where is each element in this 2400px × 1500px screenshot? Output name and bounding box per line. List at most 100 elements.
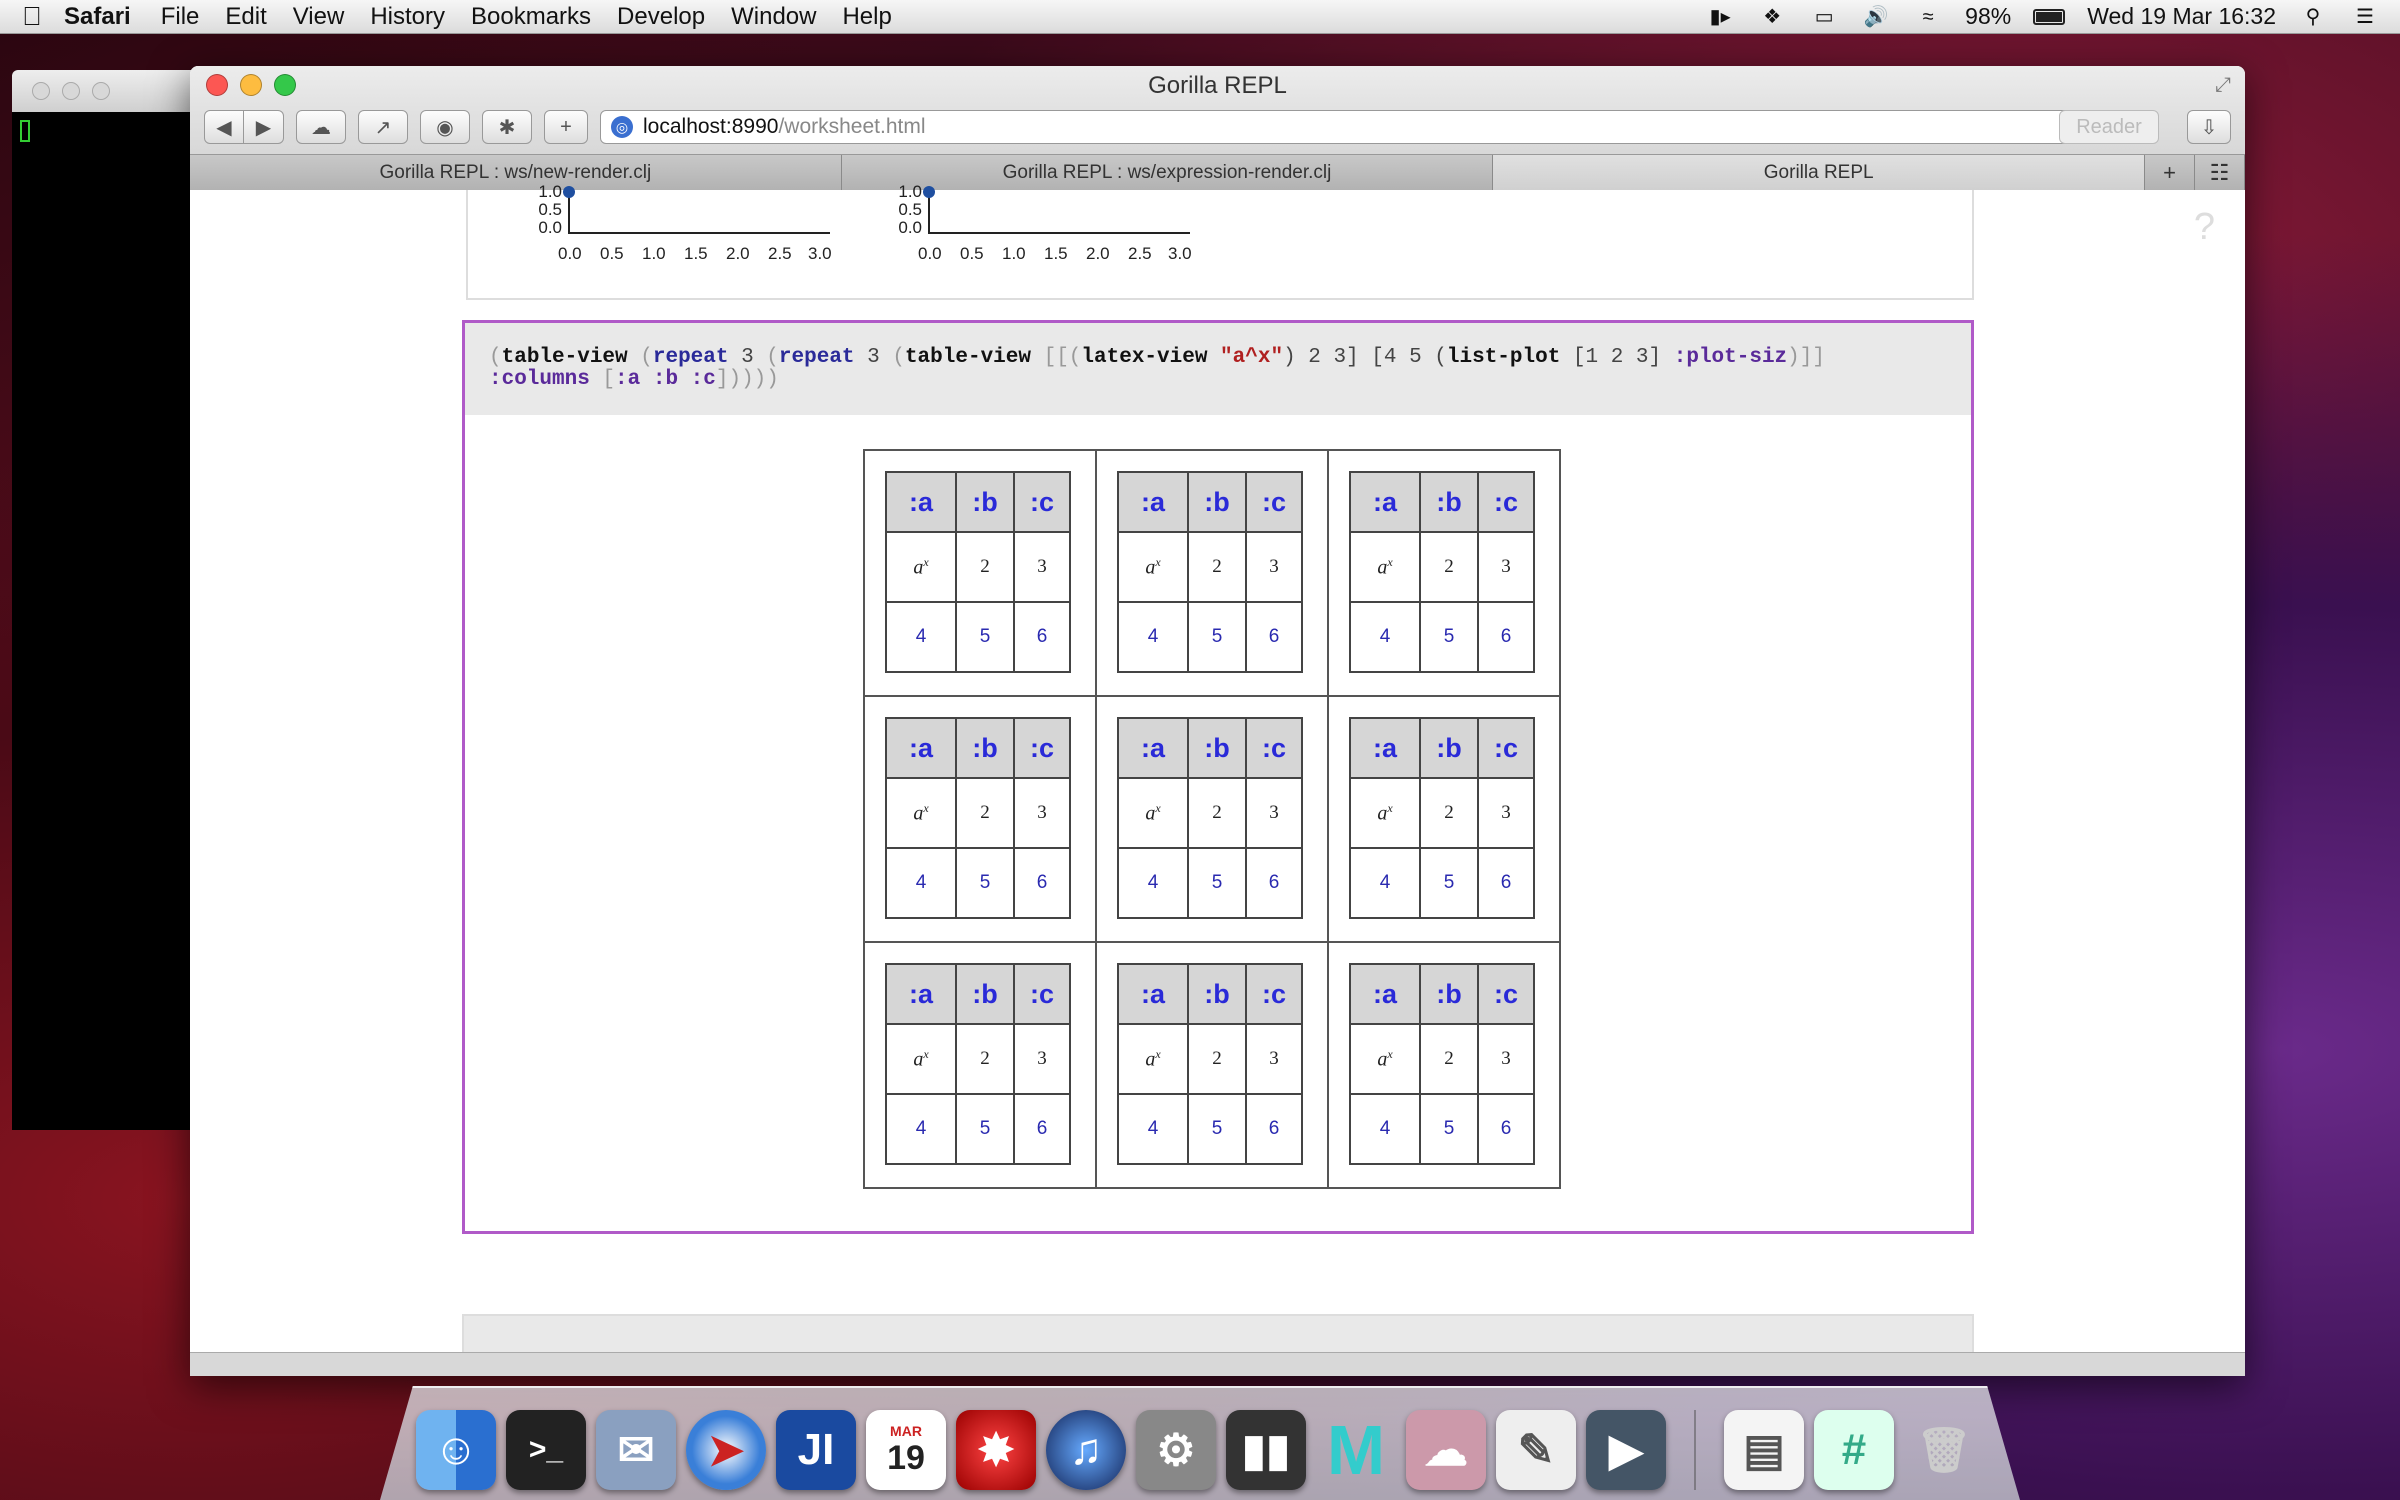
address-bar[interactable]: ◎ localhost:8990 /worksheet.html ↻ xyxy=(600,110,2121,144)
table-cell: 5 xyxy=(1419,847,1479,919)
camera-icon[interactable]: ▮▸ xyxy=(1705,6,1735,28)
wifi-icon[interactable]: ≈ xyxy=(1913,6,1943,28)
column-header: :a xyxy=(1117,717,1189,779)
outer-cell: :a:b:c ax 2 3 4 5 6 xyxy=(1095,941,1329,1189)
window-title: Gorilla REPL xyxy=(1148,72,1287,99)
table-cell: 6 xyxy=(1013,1093,1071,1165)
menu-develop[interactable]: Develop xyxy=(617,3,705,31)
code-editor[interactable]: (table-view (repeat 3 (repeat 3 (table-v… xyxy=(465,323,1971,415)
dropbox-icon[interactable]: ❖ xyxy=(1757,6,1787,28)
photos-icon[interactable]: ☁ xyxy=(1406,1410,1486,1490)
menu-app-name[interactable]: Safari xyxy=(64,3,131,31)
table-row: 456 xyxy=(1349,601,1535,673)
browser-toolbar: ◀ ▶ ☁ ↗ ◉ ✱ + ◎ localhost:8990 /workshee… xyxy=(204,106,2231,148)
menu-edit[interactable]: Edit xyxy=(225,3,266,31)
finder-icon[interactable]: ☺ xyxy=(416,1410,496,1490)
table-cell: 2 xyxy=(955,531,1015,603)
mathematica-icon[interactable]: M xyxy=(1316,1410,1396,1490)
help-icon[interactable]: ? xyxy=(2194,206,2215,249)
menu-bar:  Safari File Edit View History Bookmark… xyxy=(0,0,2400,34)
calendar-icon[interactable]: MAR 19 xyxy=(866,1410,946,1490)
table-cell: 3 xyxy=(1013,777,1071,849)
table-row: ax 2 3 xyxy=(1349,531,1535,603)
outer-cell: :a:b:c ax 2 3 4 5 6 xyxy=(1327,941,1561,1189)
safari-icon[interactable]: ➤ xyxy=(686,1410,766,1490)
battery-icon[interactable] xyxy=(2033,8,2066,25)
spotlight-icon[interactable]: ⚲ xyxy=(2298,6,2328,28)
redshift-icon[interactable]: ✸ xyxy=(956,1410,1036,1490)
menu-help[interactable]: Help xyxy=(842,3,891,31)
x-tick: 2.0 xyxy=(726,244,750,263)
terminal-window-background[interactable] xyxy=(12,70,202,1130)
numbers-icon[interactable]: # xyxy=(1814,1410,1894,1490)
table-cell: 3 xyxy=(1477,1023,1535,1095)
menu-file[interactable]: File xyxy=(161,3,200,31)
documents-icon[interactable]: ▤ xyxy=(1724,1410,1804,1490)
table-cell: 5 xyxy=(955,1093,1015,1165)
battery-percent[interactable]: 98% xyxy=(1965,3,2011,30)
new-tab-button[interactable]: + xyxy=(2145,155,2196,190)
add-bookmark-button[interactable]: + xyxy=(544,110,588,144)
tab-overview-icon[interactable]: ☷ xyxy=(2195,155,2245,190)
safari-window: Gorilla REPL ⤢ ◀ ▶ ☁ ↗ ◉ ✱ + ◎ localhost… xyxy=(190,66,2245,1376)
table-cell: 3 xyxy=(1245,1023,1303,1095)
column-header: :b xyxy=(955,963,1015,1025)
back-button[interactable]: ◀ xyxy=(204,110,244,144)
tab-gorilla-repl[interactable]: Gorilla REPL xyxy=(1493,155,2146,190)
table-row: ax 2 3 xyxy=(885,531,1071,603)
column-header: :b xyxy=(1187,963,1247,1025)
column-header: :b xyxy=(1187,717,1247,779)
icloud-tabs-button[interactable]: ☁ xyxy=(296,110,346,144)
mail-icon[interactable]: ✉ xyxy=(596,1410,676,1490)
intellij-icon[interactable]: JI xyxy=(776,1410,856,1490)
apple-menu-icon[interactable]:  xyxy=(0,1,64,32)
fullscreen-icon[interactable]: ⤢ xyxy=(2215,74,2231,97)
trash-icon[interactable]: 🗑 xyxy=(1904,1410,1984,1490)
outer-row: :a:b:c ax 2 3 4 5 6:a:b:c ax 2 3 4 5 6:a:b:c ax 2 3 4 5 6 xyxy=(863,941,1561,1189)
airplay-icon[interactable]: ▭ xyxy=(1809,6,1839,28)
table-cell: 3 xyxy=(1245,531,1303,603)
itunes-icon[interactable]: ♫ xyxy=(1046,1410,1126,1490)
outer-row: :a:b:c ax 2 3 4 5 6:a:b:c ax 2 3 4 5 6:a:b:c ax 2 3 4 5 6 xyxy=(863,449,1561,697)
menu-view[interactable]: View xyxy=(293,3,345,31)
menu-window[interactable]: Window xyxy=(731,3,816,31)
menu-history[interactable]: History xyxy=(370,3,445,31)
table-row: ax 2 3 xyxy=(885,777,1071,849)
column-header: :b xyxy=(955,717,1015,779)
notification-center-icon[interactable]: ☰ xyxy=(2350,6,2380,28)
downloads-button[interactable]: ⇩ xyxy=(2187,110,2231,144)
gear-icon: ✱ xyxy=(498,116,516,139)
clock[interactable]: Wed 19 Mar 16:32 xyxy=(2087,3,2276,30)
quicktime-icon[interactable]: ▶ xyxy=(1586,1410,1666,1490)
textedit-icon[interactable]: ✎ xyxy=(1496,1410,1576,1490)
menu-bookmarks[interactable]: Bookmarks xyxy=(471,3,591,31)
extension-button[interactable]: ◉ xyxy=(420,110,470,144)
inner-table-view: :a:b:c ax 2 3 4 5 6 xyxy=(885,963,1071,1165)
outer-cell: :a:b:c ax 2 3 4 5 6 xyxy=(1327,695,1561,943)
previous-cell-output[interactable]: 1.0 0.5 0.0 0.0 0.5 1.0 1.5 2.0 2.5 3.0 … xyxy=(466,182,1974,300)
system-preferences-icon[interactable]: ⚙ xyxy=(1136,1410,1216,1490)
outer-cell: :a:b:c ax 2 3 4 5 6 xyxy=(863,449,1097,697)
column-header: :c xyxy=(1245,471,1303,533)
terminal-icon[interactable]: >_ xyxy=(506,1410,586,1490)
column-header: :b xyxy=(1419,963,1479,1025)
column-header: :a xyxy=(1349,717,1421,779)
outer-row: :a:b:c ax 2 3 4 5 6:a:b:c ax 2 3 4 5 6:a:b:c ax 2 3 4 5 6 xyxy=(863,695,1561,943)
table-row: 456 xyxy=(1349,847,1535,919)
audio-icon[interactable]: ▮▮ xyxy=(1226,1410,1306,1490)
table-cell: 2 xyxy=(955,777,1015,849)
table-cell: 2 xyxy=(1187,531,1247,603)
table-row: 456 xyxy=(1349,1093,1535,1165)
table-cell: 3 xyxy=(1477,777,1535,849)
column-header: :a xyxy=(1117,471,1189,533)
forward-button[interactable]: ▶ xyxy=(244,110,284,144)
active-code-cell[interactable]: (table-view (repeat 3 (repeat 3 (table-v… xyxy=(462,320,1974,1234)
latex-view-cell: ax xyxy=(1349,777,1421,849)
share-button[interactable]: ↗ xyxy=(358,110,408,144)
table-row: 456 xyxy=(1117,601,1303,673)
extension-button-2[interactable]: ✱ xyxy=(482,110,532,144)
volume-icon[interactable]: 🔊 xyxy=(1861,6,1891,28)
reader-button[interactable]: Reader xyxy=(2059,110,2159,144)
tab-expression-render[interactable]: Gorilla REPL : ws/expression-render.clj xyxy=(841,155,1494,190)
table-cell: 6 xyxy=(1477,847,1535,919)
